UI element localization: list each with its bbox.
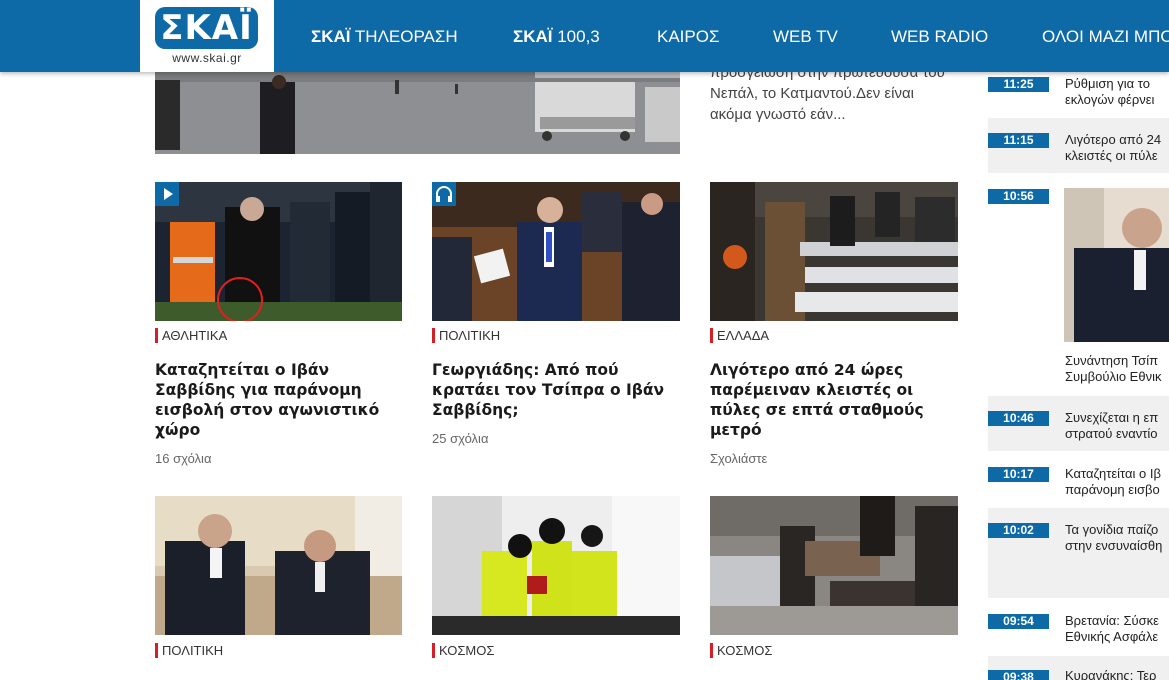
- play-icon[interactable]: [155, 182, 179, 206]
- ticker-line: παράνομη εισβο: [1065, 482, 1160, 497]
- nav-web-radio[interactable]: WEB RADIO: [891, 0, 988, 72]
- ticker-time: 10:17: [988, 467, 1049, 482]
- ticker-time: 10:02: [988, 523, 1049, 538]
- police-photo: [432, 496, 680, 635]
- top-navigation-bar: ΣΚΑΪ www.skai.gr ΣΚΑΪ ΤΗΛΕΟΡΑΣΗ ΣΚΑΪ 100…: [0, 0, 1169, 72]
- ticker-line: εκλογών φέρνει: [1065, 92, 1155, 107]
- top-story-image[interactable]: [155, 72, 680, 154]
- ticker-time: 11:15: [988, 133, 1049, 148]
- headphones-icon[interactable]: [432, 182, 456, 206]
- nav-brand: ΣΚΑΪ: [513, 27, 553, 46]
- teaser-line: ακόμα γνωστό εάν...: [710, 106, 846, 123]
- logo-url: www.skai.gr: [172, 51, 242, 65]
- airport-photo: [155, 72, 680, 154]
- card-image-world-2[interactable]: [710, 496, 958, 635]
- card-image-greece[interactable]: [710, 182, 958, 321]
- ticker-item-8[interactable]: Κυρανάκης: Τερ: [1065, 668, 1169, 680]
- politician-photo: [1064, 188, 1169, 342]
- ticker-line: Εθνικής Ασφάλε: [1065, 629, 1159, 644]
- ticker-line: Κυρανάκης: Τερ: [1065, 668, 1157, 680]
- nav-brand: ΣΚΑΪ: [311, 27, 351, 46]
- nav-label: ΤΗΛΕΟΡΑΣΗ: [354, 27, 458, 46]
- metro-gates-photo: [710, 182, 958, 321]
- parliament-photo: [432, 182, 680, 321]
- ticker-thumbnail[interactable]: [1064, 188, 1169, 342]
- ticker-line: στην ενσυναίσθη: [1065, 538, 1163, 553]
- ticker-line: Συμβούλιο Εθνικ: [1065, 369, 1162, 384]
- card-image-sports[interactable]: [155, 182, 402, 321]
- ticker-item-4[interactable]: Συνεχίζεται η επ στρατού εναντίο: [1065, 410, 1169, 442]
- site-logo[interactable]: ΣΚΑΪ www.skai.gr: [140, 0, 274, 72]
- rubble-photo: [710, 496, 958, 635]
- category-label[interactable]: ΑΘΛΗΤΙΚΑ: [155, 328, 227, 343]
- article-headline[interactable]: Γεωργιάδης: Από πού κρατάει τον Τσίπρα ο…: [432, 360, 682, 420]
- ticker-time: 10:46: [988, 411, 1049, 426]
- category-label[interactable]: ΠΟΛΙΤΙΚΗ: [432, 328, 500, 343]
- nav-web-tv[interactable]: WEB TV: [773, 0, 838, 72]
- category-label[interactable]: ΠΟΛΙΤΙΚΗ: [155, 643, 223, 658]
- play-glyph: [164, 188, 173, 200]
- ticker-line: Τα γονίδια παίζο: [1065, 522, 1159, 537]
- nav-skai-tv[interactable]: ΣΚΑΪ ΤΗΛΕΟΡΑΣΗ: [311, 0, 458, 72]
- category-label[interactable]: ΚΟΣΜΟΣ: [710, 643, 772, 658]
- ticker-line: στρατού εναντίο: [1065, 426, 1158, 441]
- category-label[interactable]: ΚΟΣΜΟΣ: [432, 643, 494, 658]
- card-image-world[interactable]: [432, 496, 680, 635]
- ticker-item-5[interactable]: Καταζητείται ο Ιβ παράνομη εισβο: [1065, 466, 1169, 498]
- article-headline[interactable]: Λιγότερο από 24 ώρες παρέμειναν κλειστές…: [710, 360, 960, 440]
- ticker-time: 10:56: [988, 189, 1049, 204]
- comments-count[interactable]: 25 σχόλια: [432, 431, 488, 446]
- ticker-line: Ρύθμιση για το: [1065, 76, 1150, 91]
- ticker-line: Συνεχίζεται η επ: [1065, 410, 1159, 425]
- ticker-line: Βρετανία: Σύσκε: [1065, 613, 1159, 628]
- card-image-politics-2[interactable]: [155, 496, 402, 635]
- headphones-glyph: [436, 186, 452, 202]
- meeting-photo: [155, 496, 402, 635]
- nav-weather[interactable]: ΚΑΙΡΟΣ: [657, 0, 719, 72]
- nav-skai-radio[interactable]: ΣΚΑΪ 100,3: [513, 0, 600, 72]
- article-headline[interactable]: Καταζητείται ο Ιβάν Σαββίδης για παράνομ…: [155, 360, 405, 440]
- nav-label: 100,3: [557, 27, 600, 46]
- ticker-item-1[interactable]: Ρύθμιση για το εκλογών φέρνει: [1065, 76, 1169, 108]
- ticker-line: κλειστές οι πύλε: [1065, 148, 1158, 163]
- card-image-politics[interactable]: [432, 182, 680, 321]
- ticker-item-2[interactable]: Λιγότερο από 24 κλειστές οι πύλε: [1065, 132, 1169, 164]
- ticker-item-7[interactable]: Βρετανία: Σύσκε Εθνικής Ασφάλε: [1065, 613, 1169, 645]
- logo-badge: ΣΚΑΪ: [155, 7, 258, 49]
- ticker-item-6[interactable]: Τα γονίδια παίζο στην ενσυναίσθη: [1065, 522, 1169, 554]
- comments-count[interactable]: Σχολιάστε: [710, 451, 767, 466]
- ticker-line: Λιγότερο από 24: [1065, 132, 1162, 147]
- ticker-line: Καταζητείται ο Ιβ: [1065, 466, 1161, 481]
- stadium-photo: [155, 182, 402, 321]
- ticker-time: 11:25: [988, 77, 1049, 92]
- nav-all-together[interactable]: ΟΛΟΙ ΜΑΖΙ ΜΠΟ: [1042, 0, 1169, 72]
- ticker-time: 09:38: [988, 670, 1049, 680]
- category-label[interactable]: ΕΛΛΑΔΑ: [710, 328, 769, 343]
- teaser-line: Νεπάλ, το Κατμαντού.Δεν είναι: [710, 85, 914, 102]
- ticker-time: 09:54: [988, 614, 1049, 629]
- comments-count[interactable]: 16 σχόλια: [155, 451, 211, 466]
- ticker-item-3[interactable]: Συνάντηση Τσίπ Συμβούλιο Εθνικ: [1065, 353, 1169, 385]
- ticker-line: Συνάντηση Τσίπ: [1065, 353, 1159, 368]
